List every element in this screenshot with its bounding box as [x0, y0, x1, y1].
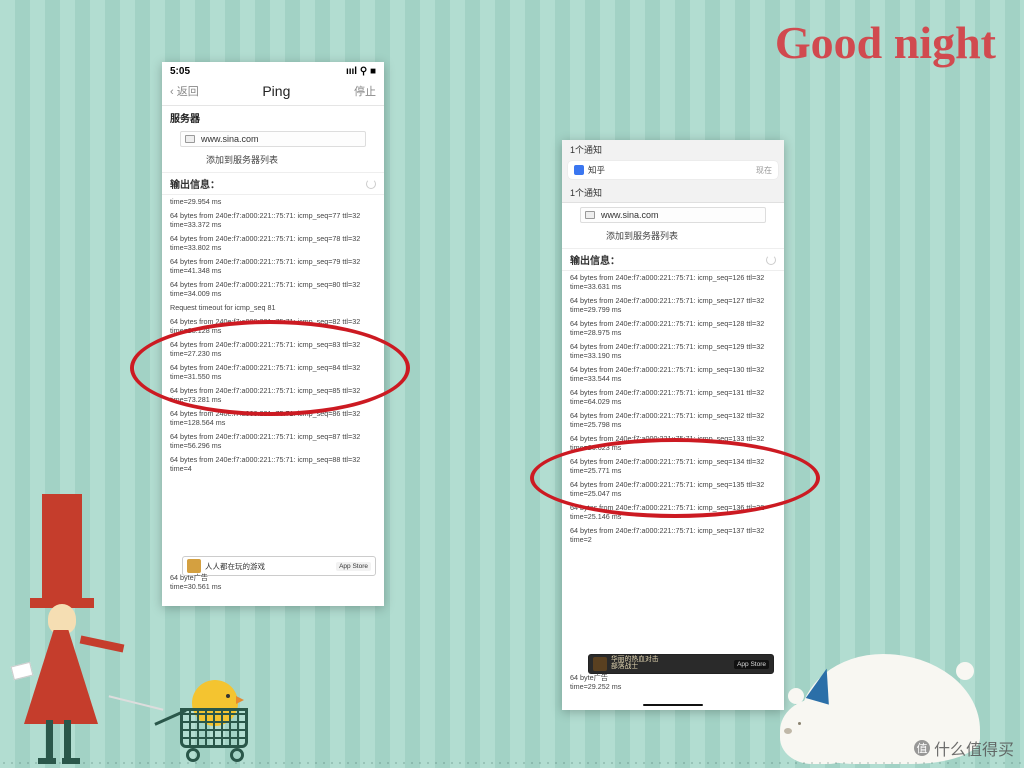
app-store-badge[interactable]: App Store: [734, 660, 769, 669]
log-entry: 64 bytes from 240e:f7:a000:221::75:71: i…: [170, 317, 376, 335]
log-entry: 64 bytes from 240e:f7:a000:221::75:71: i…: [570, 342, 776, 360]
notification-group: 1个通知 知乎 现在 1个通知: [562, 140, 784, 203]
notif-app: 知乎: [588, 164, 605, 176]
app-store-badge[interactable]: App Store: [336, 562, 371, 571]
log-entry: 64 bytes from 240e:f7:a000:221::75:71: i…: [570, 296, 776, 314]
server-input[interactable]: www.sina.com: [580, 207, 766, 223]
log-entry: 64 bytes from 240e:f7:a000:221::75:71: i…: [170, 280, 376, 298]
nav-bar: ‹ 返回 Ping 停止: [162, 79, 384, 106]
log-entry: 64 bytes from 240e:f7:a000:221::75:71: i…: [570, 388, 776, 406]
notification-card[interactable]: 知乎 现在: [568, 161, 778, 179]
add-server-checkbox[interactable]: 添加到服务器列表: [162, 151, 384, 172]
log-entry: time=29.954 ms: [170, 197, 376, 206]
host-icon: [585, 211, 595, 219]
spinner-icon: [366, 179, 376, 189]
log-entry: 64 bytes from 240e:f7:a000:221::75:71: i…: [570, 365, 776, 383]
ad-thumb-icon: [593, 657, 607, 671]
server-label: 服务器: [162, 106, 384, 127]
add-server-checkbox[interactable]: 添加到服务器列表: [562, 227, 784, 248]
notif-when: 现在: [756, 165, 772, 176]
person-illustration: [18, 494, 138, 764]
log-entry: 64 bytes from 240e:f7:a000:221::75:71: i…: [570, 503, 776, 521]
timeout-entry: Request timeout for icmp_seq 81: [170, 303, 376, 312]
page-title: Ping: [262, 83, 290, 99]
output-header: 输出信息：: [162, 172, 384, 195]
ground-dots: [0, 762, 1024, 764]
log-entry: 64 bytes from 240e:f7:a000:221::75:71: i…: [170, 455, 376, 473]
log-tail: 64 byte广告time=29.252 ms: [562, 671, 784, 698]
log-entry: 64 bytes from 240e:f7:a000:221::75:71: i…: [170, 409, 376, 427]
stop-button[interactable]: 停止: [354, 83, 376, 99]
watermark-badge-icon: 值: [914, 740, 930, 756]
output-header: 输出信息：: [562, 248, 784, 271]
back-button[interactable]: ‹ 返回: [170, 83, 199, 99]
watermark-text: 什么值得买: [934, 736, 1014, 760]
log-entry: 64 bytes from 240e:f7:a000:221::75:71: i…: [570, 434, 776, 452]
log-entry: 64 bytes from 240e:f7:a000:221::75:71: i…: [170, 363, 376, 381]
watermark: 值 什么值得买: [914, 736, 1014, 760]
log-entry: 64 bytes from 240e:f7:a000:221::75:71: i…: [170, 234, 376, 252]
notification-count: 1个通知: [562, 183, 784, 202]
ad-text: 人人都在玩的游戏: [205, 561, 265, 572]
log-entry: 64 bytes from 240e:f7:a000:221::75:71: i…: [570, 457, 776, 475]
log-entry: 64 bytes from 240e:f7:a000:221::75:71: i…: [570, 480, 776, 498]
spinner-icon: [766, 255, 776, 265]
ad-text: 华丽的热血对击 部落战士: [611, 657, 659, 671]
cart-illustration: [152, 666, 262, 762]
host-icon: [185, 135, 195, 143]
output-label: 输出信息：: [170, 176, 220, 191]
ping-log[interactable]: time=29.954 ms 64 bytes from 240e:f7:a00…: [162, 195, 384, 480]
log-entry: 64 bytes from 240e:f7:a000:221::75:71: i…: [170, 386, 376, 404]
log-entry: 64 bytes from 240e:f7:a000:221::75:71: i…: [570, 526, 776, 544]
status-time: 5:05: [170, 66, 190, 77]
server-host: www.sina.com: [201, 134, 259, 144]
goodnight-text: Good night: [775, 16, 996, 69]
server-input[interactable]: www.sina.com: [180, 131, 366, 147]
log-entry: 64 bytes from 240e:f7:a000:221::75:71: i…: [570, 411, 776, 429]
status-icons: ıııl ⚲ ■: [346, 66, 376, 77]
phone-screenshot-left: 5:05 ıııl ⚲ ■ ‹ 返回 Ping 停止 服务器 www.sina.…: [162, 62, 384, 606]
bottom-handle: [643, 704, 703, 706]
log-entry: 64 bytes from 240e:f7:a000:221::75:71: i…: [170, 211, 376, 229]
log-entry: 64 bytes from 240e:f7:a000:221::75:71: i…: [570, 273, 776, 291]
log-tail: 64 byte广告time=30.561 ms: [162, 571, 384, 598]
ping-log[interactable]: 64 bytes from 240e:f7:a000:221::75:71: i…: [562, 271, 784, 551]
log-entry: 64 bytes from 240e:f7:a000:221::75:71: i…: [170, 257, 376, 275]
app-icon: [574, 165, 584, 175]
status-bar: 5:05 ıııl ⚲ ■: [162, 62, 384, 79]
log-entry: 64 bytes from 240e:f7:a000:221::75:71: i…: [570, 319, 776, 337]
output-label: 输出信息：: [570, 252, 620, 267]
phone-screenshot-right: 1个通知 知乎 现在 1个通知 www.sina.com 添加到服务器列表 输出…: [562, 140, 784, 710]
notification-count: 1个通知: [562, 140, 784, 159]
server-host: www.sina.com: [601, 210, 659, 220]
log-entry: 64 bytes from 240e:f7:a000:221::75:71: i…: [170, 432, 376, 450]
log-entry: 64 bytes from 240e:f7:a000:221::75:71: i…: [170, 340, 376, 358]
